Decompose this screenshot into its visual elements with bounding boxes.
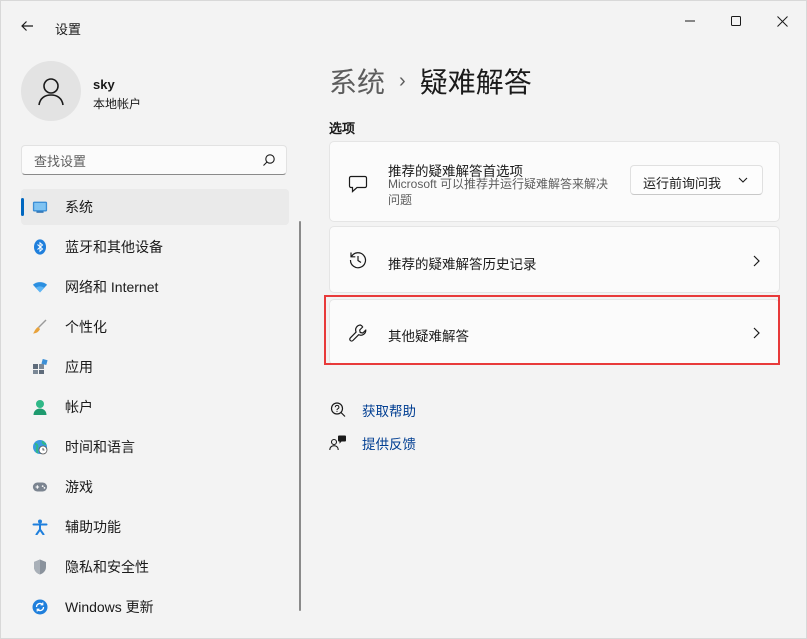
sidebar-item-bluetooth[interactable]: 蓝牙和其他设备 <box>21 229 289 265</box>
search-icon[interactable] <box>262 153 276 167</box>
sidebar-item-label: 辅助功能 <box>65 519 121 535</box>
chevron-down-icon <box>738 177 748 183</box>
page-title: 疑难解答 <box>419 67 532 98</box>
sidebar-item-gaming[interactable]: 游戏 <box>21 469 289 505</box>
sidebar-item-label: 个性化 <box>65 319 107 335</box>
sidebar-item-accounts[interactable]: 帐户 <box>21 389 289 425</box>
back-button[interactable] <box>15 14 39 38</box>
sidebar-item-label: 隐私和安全性 <box>65 559 149 575</box>
globe-clock-icon <box>32 439 48 455</box>
search-box[interactable] <box>21 145 287 175</box>
give-feedback-link[interactable]: 提供反馈 <box>329 434 416 452</box>
troubleshooter-history-card[interactable]: 推荐的疑难解答历史记录 <box>329 226 780 293</box>
maximize-icon <box>731 16 741 26</box>
get-help-label[interactable]: 获取帮助 <box>362 400 416 420</box>
sidebar-item-label: 网络和 Internet <box>65 279 159 295</box>
maximize-button[interactable] <box>713 1 759 41</box>
avatar[interactable] <box>21 61 81 121</box>
close-icon <box>776 15 788 27</box>
shield-icon <box>32 559 48 575</box>
dropdown-value: 运行前询问我 <box>643 176 722 191</box>
sidebar-item-privacy[interactable]: 隐私和安全性 <box>21 549 289 585</box>
sidebar-item-label: 游戏 <box>65 479 93 495</box>
sidebar-item-personalization[interactable]: 个性化 <box>21 309 289 345</box>
sidebar-scrollbar[interactable] <box>299 221 301 611</box>
accessibility-icon <box>32 519 48 535</box>
sidebar-item-time-language[interactable]: 时间和语言 <box>21 429 289 465</box>
sidebar-item-label: 应用 <box>65 359 93 375</box>
paintbrush-icon <box>32 319 48 335</box>
card-description: Microsoft 可以推荐并运行疑难解答来解决问题 <box>388 177 609 207</box>
account-type: 本地帐户 <box>93 97 142 111</box>
sidebar-item-label: Windows 更新 <box>65 599 154 615</box>
search-input[interactable] <box>32 151 256 171</box>
breadcrumb-parent[interactable]: 系统 <box>329 61 385 101</box>
help-icon <box>329 401 347 419</box>
close-button[interactable] <box>759 1 805 41</box>
sidebar-item-system[interactable]: 系统 <box>21 189 289 225</box>
get-help-link[interactable]: 获取帮助 <box>329 401 416 419</box>
bluetooth-icon <box>32 239 48 255</box>
update-icon <box>32 599 48 615</box>
wifi-icon <box>32 279 48 295</box>
sidebar-item-apps[interactable]: 应用 <box>21 349 289 385</box>
minimize-icon <box>685 20 695 22</box>
wrench-icon <box>348 323 368 343</box>
active-indicator <box>21 198 24 216</box>
minimize-button[interactable] <box>667 1 713 41</box>
user-name: sky <box>93 77 115 92</box>
sidebar-item-label: 帐户 <box>65 399 93 415</box>
section-title: 选项 <box>329 121 356 136</box>
apps-icon <box>32 359 48 375</box>
system-display-icon <box>32 199 48 215</box>
gamepad-icon <box>32 479 48 495</box>
recommended-troubleshooter-preferences-card: 推荐的疑难解答首选项 Microsoft 可以推荐并运行疑难解答来解决问题 运行… <box>329 141 780 222</box>
app-title: 设置 <box>55 22 82 37</box>
card-title: 推荐的疑难解答历史记录 <box>388 257 537 272</box>
user-icon <box>38 78 64 106</box>
history-icon <box>348 250 368 270</box>
sidebar-item-label: 系统 <box>65 199 93 215</box>
sidebar-item-network[interactable]: 网络和 Internet <box>21 269 289 305</box>
chat-bubble-icon <box>348 174 368 194</box>
chevron-right-icon <box>753 255 760 267</box>
give-feedback-label[interactable]: 提供反馈 <box>362 433 416 453</box>
person-icon <box>32 399 48 415</box>
sidebar-item-label: 时间和语言 <box>65 439 135 455</box>
breadcrumb-separator: › <box>399 69 406 92</box>
title-bar: 设置 <box>1 1 806 41</box>
settings-window: 设置 sky 本地帐户 系统 蓝牙和其他 <box>0 0 807 639</box>
back-arrow-icon <box>21 21 33 31</box>
sidebar-item-accessibility[interactable]: 辅助功能 <box>21 509 289 545</box>
breadcrumb: 系统 › 疑难解答 <box>329 61 532 101</box>
card-title: 其他疑难解答 <box>388 329 469 344</box>
sidebar-item-windows-update[interactable]: Windows 更新 <box>21 589 289 625</box>
sidebar-item-label: 蓝牙和其他设备 <box>65 239 163 255</box>
chevron-right-icon <box>753 327 760 339</box>
troubleshooter-preference-dropdown[interactable]: 运行前询问我 <box>630 165 763 195</box>
feedback-icon <box>329 434 347 452</box>
sidebar-nav: 系统 蓝牙和其他设备 网络和 Internet 个性化 应用 帐户 时间和语言 … <box>21 189 289 629</box>
other-troubleshooters-card[interactable]: 其他疑难解答 <box>329 299 780 365</box>
